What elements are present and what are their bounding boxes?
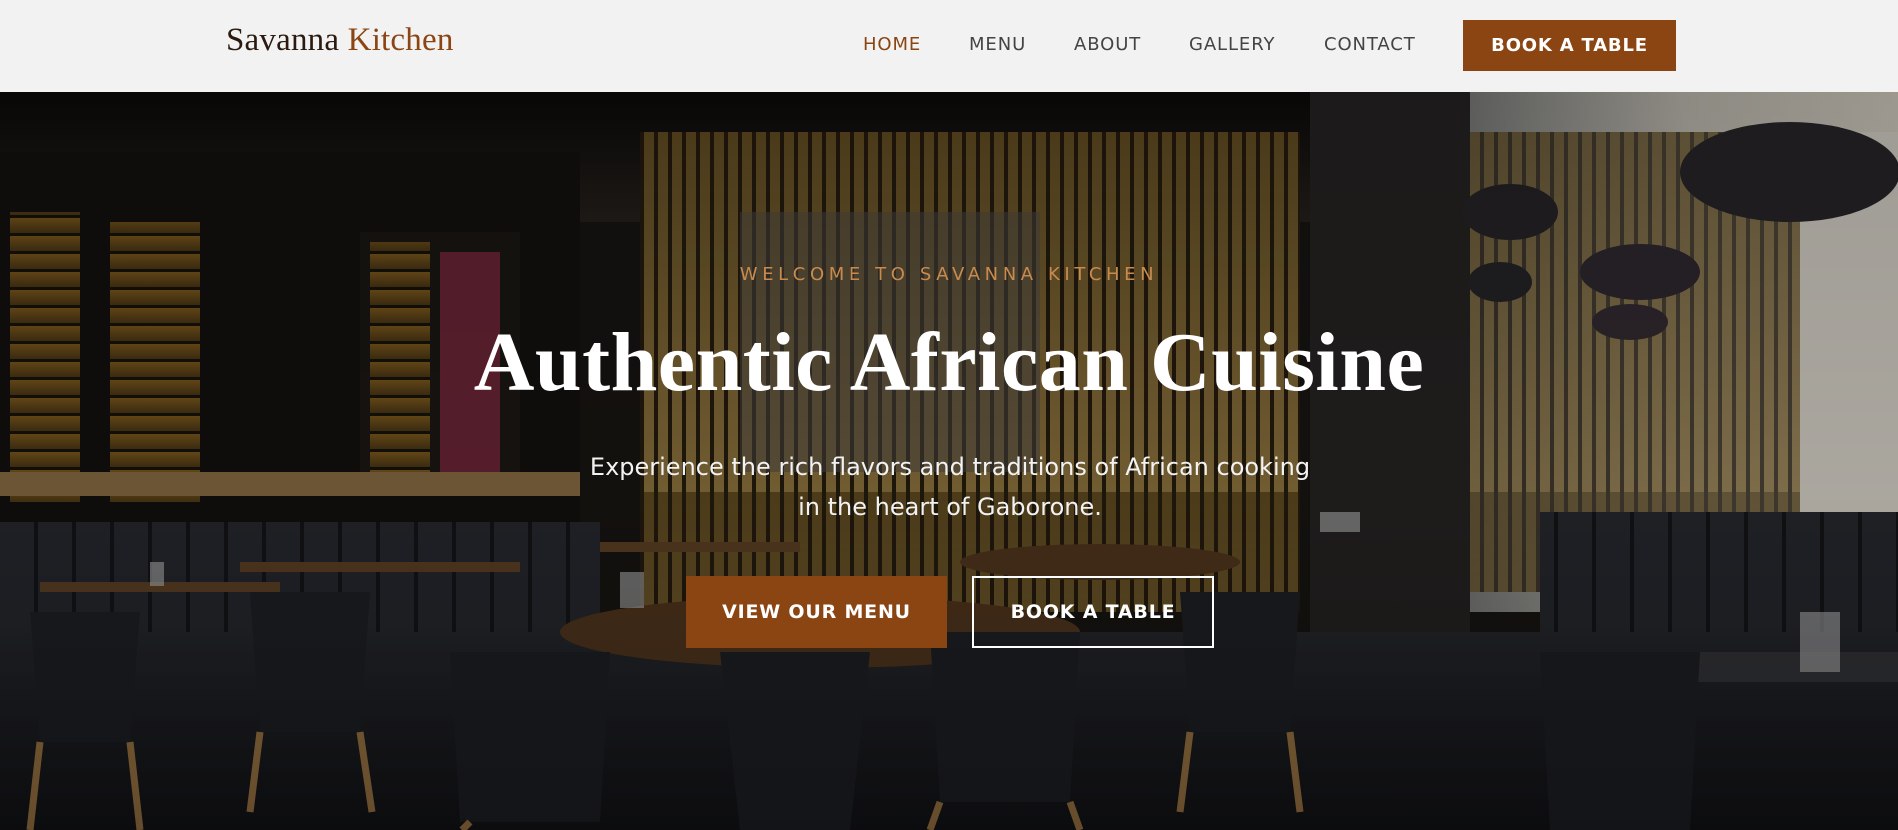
nav-book-table-button[interactable]: BOOK A TABLE bbox=[1463, 20, 1676, 71]
top-navbar: Savanna Kitchen HOME MENU ABOUT GALLERY … bbox=[0, 0, 1898, 92]
nav-link-about[interactable]: ABOUT bbox=[1074, 34, 1141, 55]
nav-link-gallery[interactable]: GALLERY bbox=[1189, 34, 1275, 55]
nav-link-menu[interactable]: MENU bbox=[969, 34, 1026, 55]
nav-link-contact[interactable]: CONTACT bbox=[1324, 34, 1416, 55]
hero-eyebrow: WELCOME TO SAVANNA KITCHEN bbox=[739, 264, 1159, 285]
nav-link-home[interactable]: HOME bbox=[863, 34, 921, 55]
hero-book-table-button[interactable]: BOOK A TABLE bbox=[972, 576, 1214, 648]
view-menu-button[interactable]: VIEW OUR MENU bbox=[686, 576, 947, 648]
hero-section: WELCOME TO SAVANNA KITCHEN Authentic Afr… bbox=[0, 92, 1898, 830]
hero-subtitle: Experience the rich flavors and traditio… bbox=[560, 447, 1340, 527]
hero-subtitle-line-2: in the heart of Gaborone. bbox=[798, 493, 1102, 521]
hero-content: WELCOME TO SAVANNA KITCHEN Authentic Afr… bbox=[0, 92, 1898, 830]
hero-subtitle-line-1: Experience the rich flavors and traditio… bbox=[589, 453, 1311, 481]
hero-headline: Authentic African Cuisine bbox=[473, 316, 1425, 409]
